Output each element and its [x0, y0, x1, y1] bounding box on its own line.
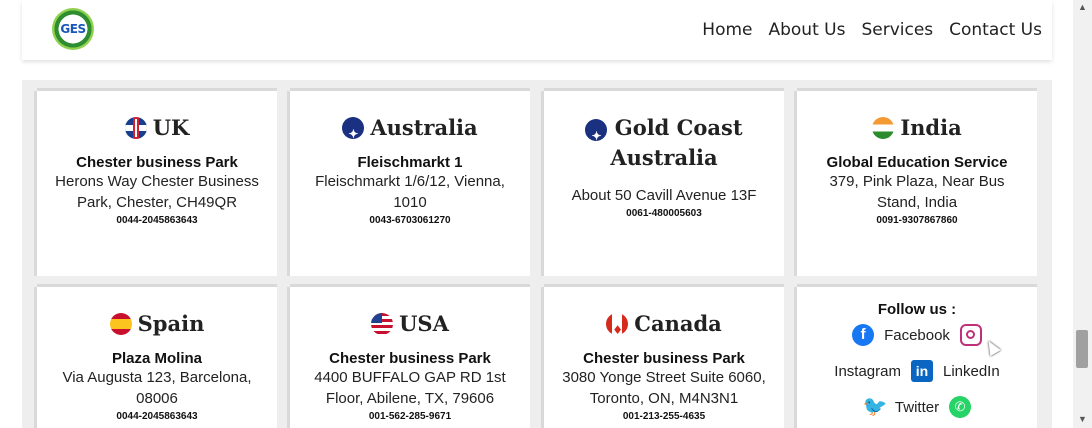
facebook-icon[interactable]: f	[852, 324, 875, 346]
office-card-uk: UK Chester business Park Herons Way Ches…	[37, 91, 277, 276]
india-flag-icon	[872, 117, 895, 139]
office-phone: 0043-6703061270	[369, 215, 451, 226]
social-row: f Facebook	[797, 324, 1037, 346]
facebook-link[interactable]: Facebook	[884, 327, 950, 344]
office-country: UK	[152, 115, 190, 140]
ges-logo[interactable]: GES	[52, 8, 94, 50]
social-card: Follow us : f Facebook Instagram in Link…	[797, 287, 1037, 428]
office-title: UK	[124, 113, 190, 143]
australia-flag-icon	[585, 118, 608, 141]
office-name: Chester business Park	[76, 154, 238, 171]
office-title: India	[872, 113, 962, 143]
scroll-up-arrow-icon[interactable]: ▲	[1078, 2, 1087, 12]
office-country: Canada	[634, 311, 722, 336]
social-row: Instagram in LinkedIn	[797, 360, 1037, 382]
office-name: Fleischmarkt 1	[357, 154, 463, 171]
office-name: Plaza Molina	[111, 350, 203, 367]
office-card-india: India Global Education Service 379, Pink…	[797, 91, 1037, 276]
office-name: Global Education Service	[826, 154, 1008, 171]
linkedin-link[interactable]: LinkedIn	[943, 363, 1000, 380]
social-row: 🐦 Twitter ✆	[797, 396, 1037, 418]
nav-about-link[interactable]: About Us	[768, 20, 845, 40]
office-phone: 001-562-285-9671	[368, 411, 452, 422]
office-address: Via Augusta 123, Barcelona, 08006	[62, 369, 252, 407]
office-address: About 50 Cavill Avenue 13F	[571, 187, 757, 204]
nav-contact-link[interactable]: Contact Us	[949, 20, 1042, 40]
office-address: 4400 BUFFALO GAP RD 1st Floor, Abilene, …	[314, 369, 506, 407]
scroll-thumb[interactable]	[1076, 330, 1088, 368]
office-phone: 0061-480005603	[626, 208, 702, 219]
nav-home-link[interactable]: Home	[702, 20, 752, 40]
logo-text: GES	[60, 22, 86, 36]
office-address: Herons Way Chester Business Park, Cheste…	[55, 173, 259, 211]
office-country: Australia	[370, 115, 478, 140]
office-card-australia: Australia Fleischmarkt 1 Fleischmarkt 1/…	[290, 91, 530, 276]
office-address: 379, Pink Plaza, Near Bus Stand, India	[829, 173, 1005, 211]
office-country: India	[900, 115, 962, 140]
office-title: Gold Coast Australia	[544, 113, 784, 173]
australia-flag-icon	[342, 117, 365, 139]
office-name: Chester business Park	[329, 350, 491, 367]
office-title: Canada	[606, 309, 722, 339]
office-phone: 0044-2045863643	[116, 411, 198, 422]
twitter-icon[interactable]: 🐦	[863, 396, 888, 418]
office-card-canada: Canada Chester business Park 3080 Yonge …	[544, 287, 784, 428]
office-card-gold-coast: Gold Coast Australia About 50 Cavill Ave…	[544, 91, 784, 276]
usa-flag-icon	[371, 313, 394, 335]
instagram-icon[interactable]	[959, 324, 982, 346]
office-country: Spain	[137, 311, 205, 336]
twitter-link[interactable]: Twitter	[895, 399, 939, 416]
follow-us-heading: Follow us :	[877, 301, 957, 318]
uk-flag-icon	[124, 117, 147, 139]
office-phone: 001-213-255-4635	[622, 411, 706, 422]
office-phone: 0091-9307867860	[876, 215, 958, 226]
office-address: 3080 Yonge Street Suite 6060, Toronto, O…	[562, 369, 766, 407]
office-name: Chester business Park	[583, 350, 745, 367]
navbar: GES Home About Us Services Contact Us	[22, 0, 1052, 60]
office-title: USA	[371, 309, 449, 339]
nav-services-link[interactable]: Services	[861, 20, 933, 40]
office-phone: 0044-2045863643	[116, 215, 198, 226]
canada-flag-icon	[606, 313, 629, 335]
spain-flag-icon	[109, 313, 132, 335]
whatsapp-icon[interactable]: ✆	[949, 396, 972, 418]
office-card-spain: Spain Plaza Molina Via Augusta 123, Barc…	[37, 287, 277, 428]
linkedin-icon[interactable]: in	[910, 360, 933, 382]
main-nav: Home About Us Services Contact Us	[702, 20, 1042, 40]
scroll-down-arrow-icon[interactable]: ▼	[1078, 414, 1087, 424]
office-address: Fleischmarkt 1/6/12, Vienna, 1010	[315, 173, 505, 211]
office-country: USA	[399, 311, 449, 336]
office-country: Gold Coast Australia	[610, 115, 743, 170]
office-title: Spain	[109, 309, 205, 339]
office-title: Australia	[342, 113, 478, 143]
instagram-link[interactable]: Instagram	[834, 363, 901, 380]
office-card-usa: USA Chester business Park 4400 BUFFALO G…	[290, 287, 530, 428]
